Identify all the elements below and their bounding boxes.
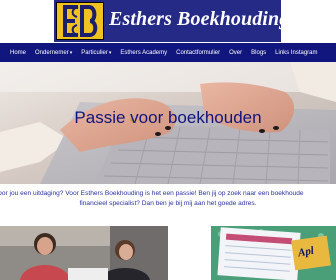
hero-banner: Passie voor boekhouden [0,62,336,184]
nav-item-particulier[interactable]: Particulier ▾ [81,50,111,56]
nav-item-blogs[interactable]: Blogs [251,50,266,56]
nav-label: Home [10,49,27,56]
intro-text: oekhouden voor jou een uitdaging? Voor E… [0,189,336,208]
hero-title: Passie voor boekhouden [74,108,262,127]
nav-label: Over [229,49,243,56]
chevron-down-icon: ▾ [69,49,73,56]
nav-item-links-instagram[interactable]: Links Instagram [275,50,317,56]
nav-item-home[interactable]: Home [10,50,26,56]
nav-label: Links Instagram [275,49,318,56]
two-women-at-desk-photo [0,226,168,280]
nav-label: Particulier [81,49,108,56]
nav-item-contactformulier[interactable]: Contactformulier [176,50,220,56]
nav-item-ondernemer[interactable]: Ondernemer ▾ [35,50,72,56]
nav-item-esthers-academy[interactable]: Esthers Academy [120,50,167,56]
intro-line-2: financieel specialist? Dan ben je bij mi… [79,199,257,207]
chevron-down-icon: ▾ [108,49,112,56]
site-header: Esthers Boekhouding [0,0,336,43]
nav-label: Blogs [251,49,267,56]
tax-form-photo: Apl [211,226,336,280]
site-logo[interactable]: Esthers Boekhouding [54,0,289,42]
nav-label: Esthers Academy [120,49,168,56]
nav-label: Contactformulier [176,49,221,56]
eb-monogram-logo-icon [56,2,104,40]
nav-item-over[interactable]: Over [229,50,242,56]
brand-name: Esthers Boekhouding [109,8,290,30]
intro-line-1: oekhouden voor jou een uitdaging? Voor E… [0,190,304,197]
nav-label: Ondernemer [35,49,69,56]
main-navigation: Home Ondernemer ▾ Particulier ▾ Esthers Ac… [0,43,336,62]
